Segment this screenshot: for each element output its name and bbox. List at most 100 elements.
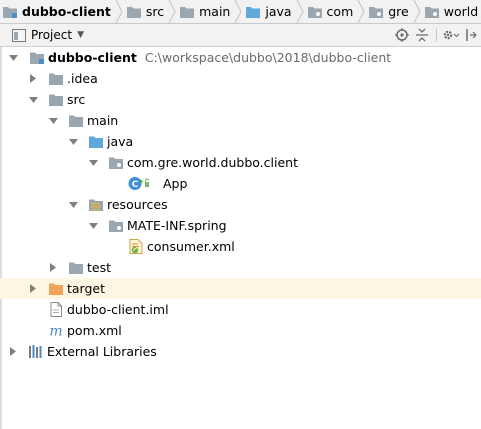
breadcrumb-label: gre — [388, 4, 409, 19]
java-class-icon: C — [128, 177, 149, 190]
tree-item-label: consumer.xml — [147, 239, 235, 254]
tree-row-idea[interactable]: .idea — [0, 68, 481, 89]
tree-item-label: resources — [107, 197, 168, 212]
tree-item-label: src — [67, 92, 86, 107]
scroll-from-source-icon[interactable] — [392, 24, 412, 46]
tree-item-label: main — [87, 113, 119, 128]
project-view-selector[interactable]: Project ▼ — [0, 24, 84, 46]
tree-row-consumer-xml[interactable]: consumer.xml — [0, 236, 481, 257]
breadcrumb-separator-icon — [296, 0, 304, 23]
expanded-arrow-icon[interactable] — [88, 152, 98, 173]
collapse-all-icon[interactable] — [412, 24, 432, 46]
hide-panel-icon[interactable] — [461, 24, 481, 46]
tree-row-java[interactable]: java — [0, 131, 481, 152]
toolbar-divider — [436, 28, 437, 42]
module-folder-icon — [3, 6, 17, 18]
iml-file-icon — [50, 302, 62, 317]
breadcrumb-separator-icon — [115, 0, 123, 23]
folder-icon — [49, 94, 63, 106]
tree-item-label: MATE-INF.spring — [127, 218, 227, 233]
collapsed-arrow-icon[interactable] — [8, 341, 18, 362]
collapsed-arrow-icon[interactable] — [28, 278, 38, 299]
breadcrumb-separator-icon — [357, 0, 365, 23]
breadcrumb-world[interactable]: world — [421, 0, 481, 23]
tree-item-label: com.gre.world.dubbo.client — [127, 155, 298, 170]
svg-text:m: m — [49, 324, 62, 339]
collapsed-arrow-icon[interactable] — [48, 257, 58, 278]
breadcrumb-src[interactable]: src — [123, 0, 168, 23]
tree-row-external-libraries[interactable]: External Libraries — [0, 341, 481, 362]
maven-icon: m — [49, 324, 62, 339]
tree-item-label: External Libraries — [47, 344, 157, 359]
libraries-icon — [29, 345, 42, 358]
tree-row-pom-xml[interactable]: m pom.xml — [0, 320, 481, 341]
tree-row-src[interactable]: src — [0, 89, 481, 110]
source-folder-icon — [89, 136, 103, 148]
spring-xml-icon — [129, 239, 143, 254]
breadcrumb-label: main — [199, 4, 231, 19]
breadcrumb-com[interactable]: com — [304, 0, 358, 23]
expanded-arrow-icon[interactable] — [88, 215, 98, 236]
breadcrumb-label: dubbo-client — [22, 4, 111, 19]
tree-row-resources[interactable]: resources — [0, 194, 481, 215]
expanded-arrow-icon[interactable] — [68, 131, 78, 152]
package-icon — [109, 220, 123, 232]
tree-row-dubbo-client[interactable]: dubbo-client C:\workspace\dubbo\2018\dubb… — [0, 47, 481, 68]
project-view-title: Project — [31, 28, 73, 42]
tree-row-main[interactable]: main — [0, 110, 481, 131]
project-icon — [12, 28, 26, 42]
settings-gear-icon[interactable] — [441, 24, 461, 46]
breadcrumb-separator-icon — [413, 0, 421, 23]
module-path: C:\workspace\dubbo\2018\dubbo-client — [144, 50, 392, 65]
excluded-folder-icon — [49, 283, 63, 295]
folder-icon — [49, 73, 63, 85]
breadcrumb-label: src — [145, 4, 165, 19]
tree-row-app[interactable]: C App — [0, 173, 481, 194]
toolwindow-actions — [392, 24, 481, 46]
breadcrumb-java[interactable]: java — [242, 0, 295, 23]
expanded-arrow-icon[interactable] — [8, 47, 18, 68]
tree-row-test[interactable]: test — [0, 257, 481, 278]
tree-row-iml[interactable]: dubbo-client.iml — [0, 299, 481, 320]
breadcrumb-separator-icon — [234, 0, 242, 23]
package-icon — [307, 6, 322, 18]
project-toolwindow-header: Project ▼ — [0, 24, 481, 47]
expanded-arrow-icon[interactable] — [48, 110, 58, 131]
breadcrumb-gre[interactable]: gre — [365, 0, 413, 23]
source-folder-icon — [246, 6, 261, 18]
tree-item-label: dubbo-client.iml — [67, 302, 169, 317]
breadcrumb-separator-icon — [168, 0, 176, 23]
expanded-arrow-icon[interactable] — [68, 194, 78, 215]
breadcrumb-label: java — [265, 4, 292, 19]
expanded-arrow-icon[interactable] — [28, 89, 38, 110]
tree-row-package[interactable]: com.gre.world.dubbo.client — [0, 152, 481, 173]
breadcrumb-label: com — [326, 4, 354, 19]
folder-icon — [126, 6, 141, 18]
breadcrumb-label: world — [443, 4, 479, 19]
breadcrumb-dubbo-client[interactable]: dubbo-client — [0, 0, 115, 23]
module-name: dubbo-client — [48, 50, 137, 65]
resources-folder-icon — [89, 199, 103, 211]
project-tree: dubbo-client C:\workspace\dubbo\2018\dubb… — [0, 47, 481, 362]
folder-icon — [69, 262, 83, 274]
package-icon — [424, 6, 439, 18]
tree-item-label: pom.xml — [67, 323, 122, 338]
tree-item-label: java — [107, 134, 134, 149]
tree-item-label: target — [67, 281, 106, 296]
tree-row-target[interactable]: target — [0, 278, 481, 299]
module-folder-icon — [30, 52, 44, 64]
folder-icon — [180, 6, 195, 18]
tree-item-label: App — [163, 176, 188, 191]
breadcrumb-main[interactable]: main — [176, 0, 234, 23]
folder-icon — [69, 115, 83, 127]
tree-item-label: .idea — [67, 71, 98, 86]
chevron-down-icon: ▼ — [77, 30, 84, 40]
collapsed-arrow-icon[interactable] — [28, 68, 38, 89]
package-icon — [109, 157, 123, 169]
svg-text:C: C — [132, 180, 139, 190]
package-icon — [369, 6, 384, 18]
tree-row-mate-inf-spring[interactable]: MATE-INF.spring — [0, 215, 481, 236]
tree-item-label: dubbo-client C:\workspace\dubbo\2018\dubb… — [48, 47, 391, 68]
navigation-bar: dubbo-client src main java com gre world… — [0, 0, 481, 24]
tree-item-label: test — [87, 260, 112, 275]
